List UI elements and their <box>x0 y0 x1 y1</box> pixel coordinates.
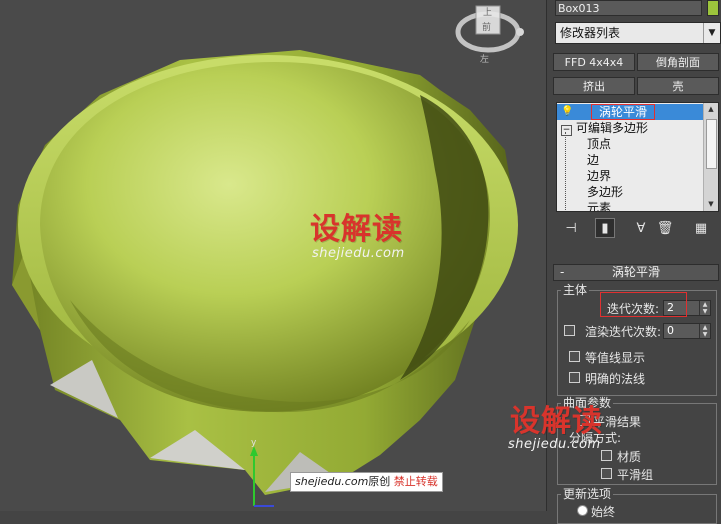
rollout-collapse-icon[interactable]: - <box>560 265 564 280</box>
isoline-label: 等值线显示 <box>585 351 646 365</box>
credit-url: shejiedu.com <box>295 475 369 488</box>
smoothing-groups-label: 平滑组 <box>617 468 654 482</box>
isoline-checkbox[interactable] <box>569 351 580 362</box>
watermark-logo-secondary: 设解读 <box>510 404 603 439</box>
modifier-stack[interactable]: 💡 涡轮平滑 − 可编辑多边形 顶点 边 边界 多边形 元素 ▲ ▼ <box>556 102 719 212</box>
show-end-result-icon[interactable]: ▮ <box>595 218 615 238</box>
update-options-title: 更新选项 <box>561 487 614 501</box>
rollout-title: 涡轮平滑 <box>611 265 660 279</box>
scroll-thumb[interactable] <box>706 119 717 169</box>
credit-banner: shejiedu.com原创 禁止转载 <box>290 472 443 492</box>
bowl-mesh-render <box>12 50 518 495</box>
stack-item-label: 可编辑多边形 <box>576 121 649 135</box>
collapse-toggle-icon[interactable]: − <box>561 125 572 136</box>
explicit-normals-label: 明确的法线 <box>585 372 646 386</box>
smoothing-groups-checkbox[interactable] <box>601 468 612 479</box>
chevron-down-icon[interactable]: ▼ <box>703 23 720 43</box>
pin-stack-icon[interactable]: ⊣ <box>561 218 581 238</box>
material-checkbox[interactable] <box>601 450 612 461</box>
watermark-url: shejiedu.com <box>312 246 405 261</box>
highlight-box <box>600 292 687 317</box>
viewcube-front-label: 前 <box>482 21 491 33</box>
remove-modifier-icon[interactable]: 🗑 <box>655 218 675 238</box>
lightbulb-icon[interactable]: 💡 <box>561 104 573 120</box>
viewcube-top-label: 上 <box>483 7 492 18</box>
turbosmooth-rollout-header[interactable]: - 涡轮平滑 <box>553 264 719 281</box>
stack-scrollbar[interactable]: ▲ ▼ <box>703 103 718 211</box>
stack-item-edge[interactable]: 边 <box>587 152 599 168</box>
credit-warning: 禁止转载 <box>393 475 438 488</box>
chamfer-profile-button[interactable]: 倒角剖面 <box>637 53 719 71</box>
extrude-button[interactable]: 挤出 <box>553 77 635 95</box>
axis-tripod-icon: y <box>250 438 274 507</box>
watermark-logo: 设解读 <box>310 212 403 247</box>
render-iters-label: 渲染迭代次数: <box>585 325 662 339</box>
watermark-url-secondary: shejiedu.com <box>508 437 601 452</box>
tree-guide <box>565 132 566 210</box>
perspective-viewport[interactable]: 上 前 左 y 设解读 shejiedu.com shejiedu.com原创 … <box>0 0 546 511</box>
main-group-title: 主体 <box>561 283 590 297</box>
material-label: 材质 <box>617 450 642 464</box>
scroll-down-icon[interactable]: ▼ <box>704 198 718 211</box>
highlight-box <box>591 104 655 120</box>
object-name-field[interactable]: Box013 <box>555 0 702 16</box>
stack-item-editable-poly[interactable]: − 可编辑多边形 <box>561 120 648 136</box>
render-iters-spinner[interactable]: 0 ▲ ▼ <box>663 323 711 339</box>
stack-item-element[interactable]: 元素 <box>587 200 611 211</box>
explicit-normals-checkbox[interactable] <box>569 372 580 383</box>
credit-text: 原创 <box>368 475 391 488</box>
object-color-swatch[interactable] <box>707 0 719 16</box>
scroll-up-icon[interactable]: ▲ <box>704 103 718 116</box>
spinner-arrows-icon[interactable]: ▲ ▼ <box>699 301 710 315</box>
axis-y-label: y <box>251 438 257 448</box>
ffd-button[interactable]: FFD 4x4x4 <box>553 53 635 71</box>
make-unique-icon[interactable]: ∀ <box>631 218 651 238</box>
always-label: 始终 <box>591 505 616 519</box>
viewcube-icon[interactable]: 上 前 左 <box>450 0 530 70</box>
shell-button[interactable]: 壳 <box>637 77 719 95</box>
render-iters-checkbox[interactable] <box>564 325 575 336</box>
modifier-list-label: 修改器列表 <box>560 26 621 40</box>
render-iters-value: 0 <box>667 324 674 337</box>
stack-item-vertex[interactable]: 顶点 <box>587 136 611 152</box>
modifier-list-dropdown[interactable]: 修改器列表 ▼ <box>555 22 721 44</box>
spinner-arrows-icon[interactable]: ▲ ▼ <box>699 324 710 338</box>
viewcube-left-label: 左 <box>480 53 489 65</box>
stack-item-border[interactable]: 边界 <box>587 168 611 184</box>
configure-sets-icon[interactable]: ▦ <box>691 218 711 238</box>
stack-item-polygon[interactable]: 多边形 <box>587 184 623 200</box>
